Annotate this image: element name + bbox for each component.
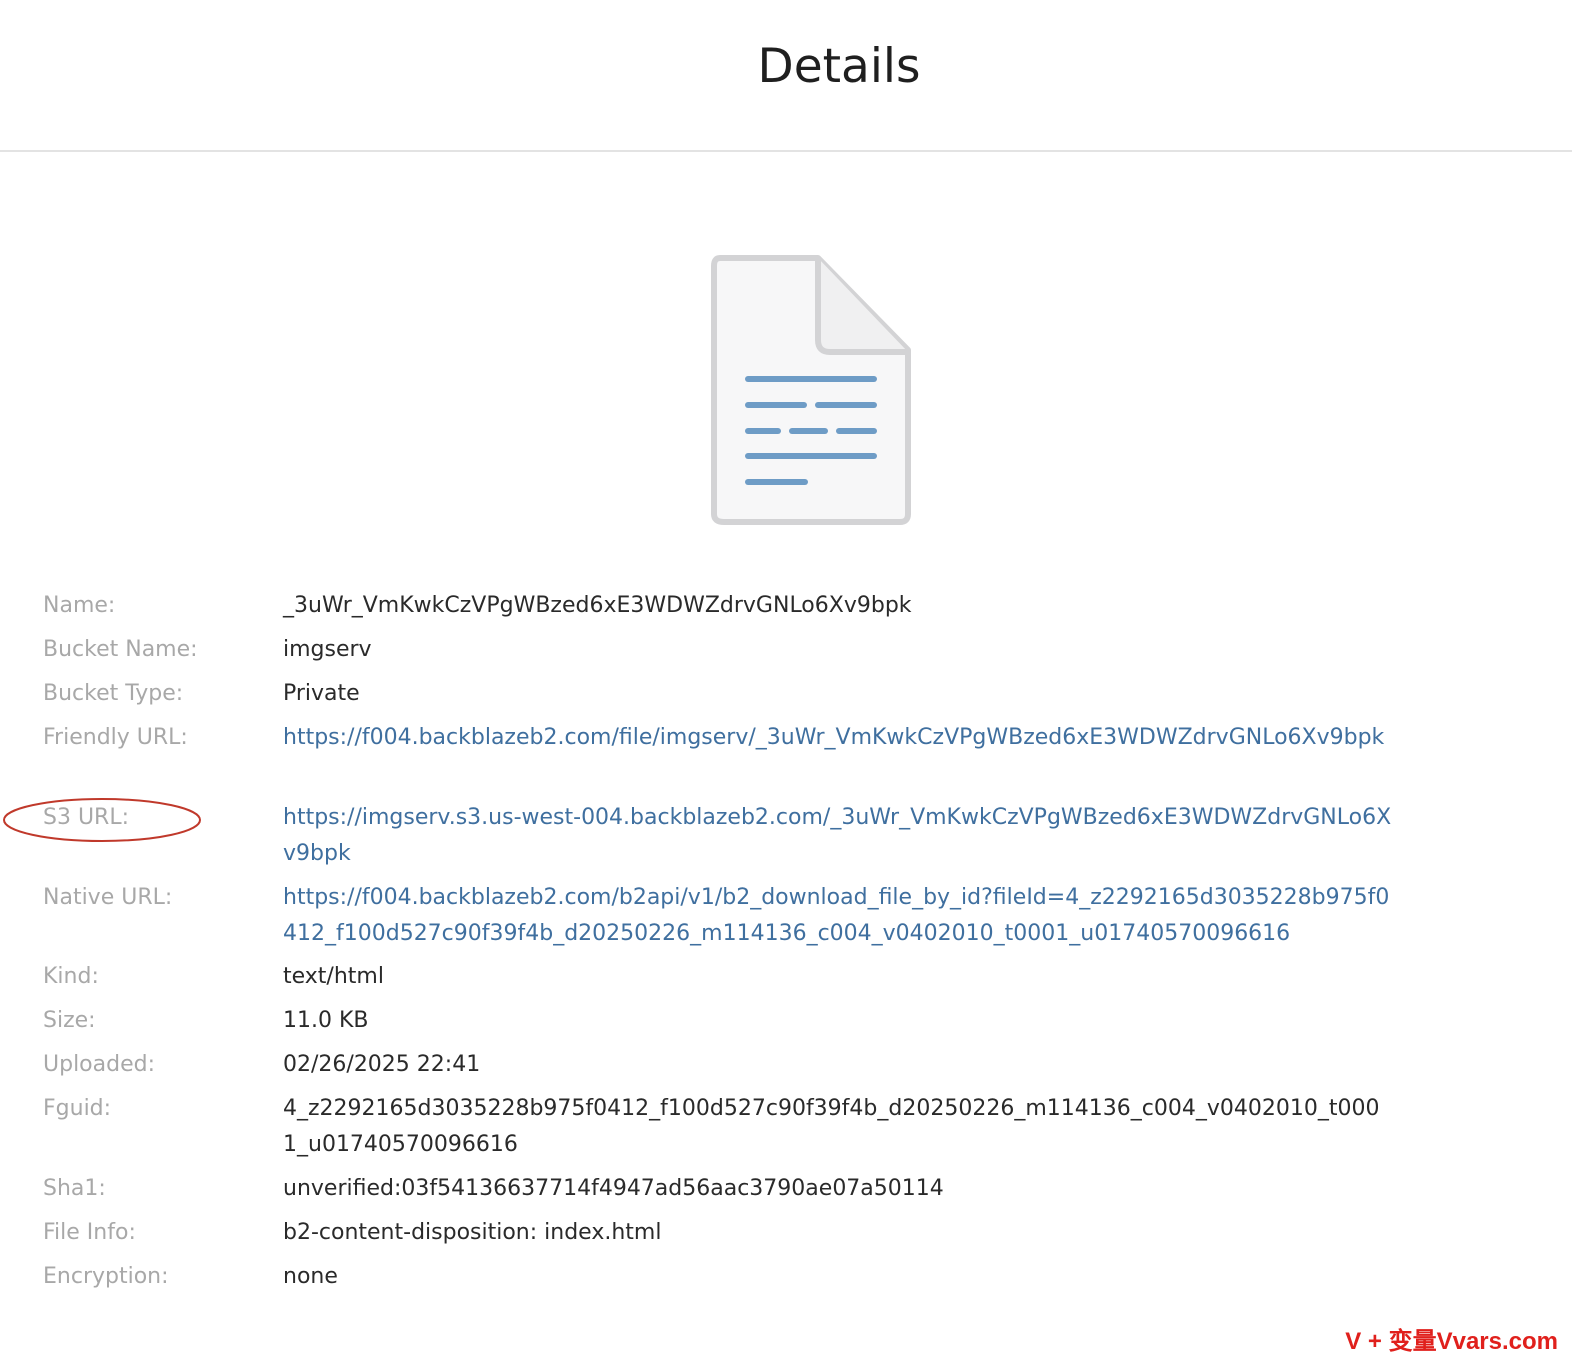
- encryption-label: Encryption:: [43, 1264, 169, 1289]
- kind-value: text/html: [283, 964, 384, 989]
- encryption-value: none: [283, 1264, 338, 1289]
- s3-url-link[interactable]: https://imgserv.s3.us-west-004.backblaze…: [283, 800, 1393, 872]
- watermark: V + 变量Vvars.com: [1345, 1328, 1558, 1355]
- bucket-type-label: Bucket Type:: [43, 681, 184, 706]
- details-list: Name: _3uWr_VmKwkCzVPgWBzed6xE3WDWZdrvGN…: [0, 0, 1572, 1366]
- size-value: 11.0 KB: [283, 1008, 369, 1033]
- kind-label: Kind:: [43, 964, 99, 989]
- sha1-label: Sha1:: [43, 1176, 106, 1201]
- bucket-type-value: Private: [283, 681, 360, 706]
- details-page: Details Name: _3uWr_VmKwkCzVPgWBzed6xE3W…: [0, 0, 1572, 1366]
- sha1-value: unverified:03f54136637714f4947ad56aac379…: [283, 1176, 944, 1201]
- file-info-value: b2-content-disposition: index.html: [283, 1220, 662, 1245]
- friendly-url-label: Friendly URL:: [43, 725, 188, 750]
- file-info-label: File Info:: [43, 1220, 136, 1245]
- size-label: Size:: [43, 1008, 96, 1033]
- native-url-label: Native URL:: [43, 885, 173, 910]
- uploaded-label: Uploaded:: [43, 1052, 155, 1077]
- annotation-ellipse: [3, 798, 201, 842]
- fguid-value: 4_z2292165d3035228b975f0412_f100d527c90f…: [283, 1096, 1380, 1157]
- bucket-name-label: Bucket Name:: [43, 637, 198, 662]
- bucket-name-value: imgserv: [283, 637, 372, 662]
- uploaded-value: 02/26/2025 22:41: [283, 1052, 481, 1077]
- name-label: Name:: [43, 593, 116, 618]
- name-value: _3uWr_VmKwkCzVPgWBzed6xE3WDWZdrvGNLo6Xv9…: [283, 593, 912, 618]
- native-url-link[interactable]: https://f004.backblazeb2.com/b2api/v1/b2…: [283, 880, 1393, 952]
- fguid-label: Fguid:: [43, 1096, 112, 1121]
- friendly-url-link[interactable]: https://f004.backblazeb2.com/file/imgser…: [283, 720, 1393, 756]
